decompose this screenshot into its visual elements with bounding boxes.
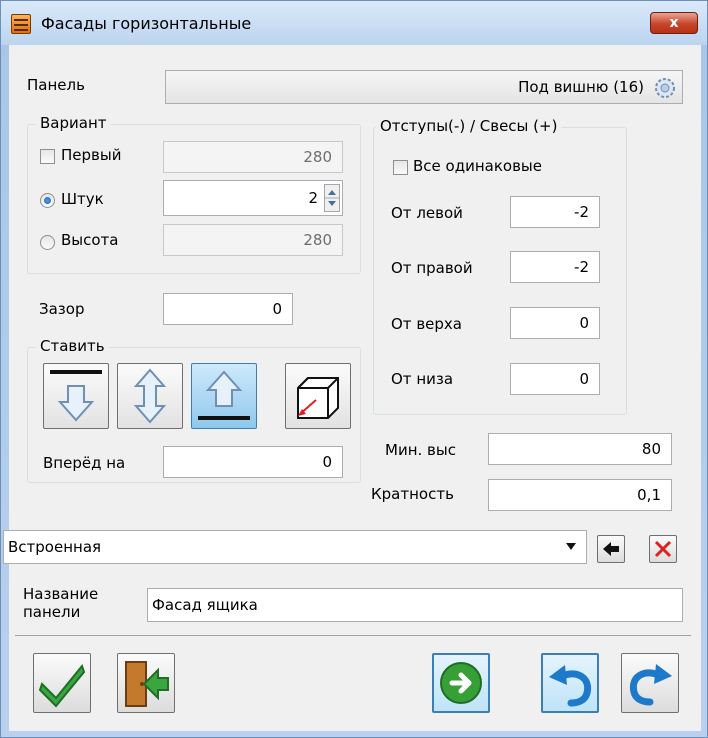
align-center-icon	[133, 368, 167, 424]
clear-button[interactable]	[649, 535, 677, 563]
offset-left-field[interactable]: -2	[510, 196, 600, 228]
forward-field[interactable]: 0	[163, 446, 343, 478]
min-height-label: Мин. выс	[385, 441, 456, 459]
count-spin[interactable]	[324, 184, 340, 212]
window-title: Фасады горизонтальные	[41, 14, 252, 33]
panel-name-field[interactable]: Фасад ящика	[147, 588, 683, 622]
place-group-title: Ставить	[36, 337, 109, 355]
title-bar[interactable]: Фасады горизонтальные x	[1, 1, 707, 45]
all-same-checkbox[interactable]	[393, 160, 408, 175]
forward-label: Вперёд на	[43, 454, 126, 472]
panel-material-selector[interactable]: Под вишню (16)	[165, 70, 683, 104]
offset-right-label: От правой	[391, 259, 473, 277]
panel-name-label-line2: панели	[23, 603, 81, 621]
offset-forward-icon	[297, 377, 339, 419]
offset-left-label: От левой	[391, 204, 463, 222]
close-button[interactable]: x	[650, 12, 698, 34]
redo-icon	[629, 664, 672, 706]
multiplicity-label: Кратность	[371, 485, 454, 503]
panel-name-label: Название панели	[23, 585, 98, 621]
exit-door-icon	[125, 661, 169, 707]
panel-material-value: Под вишню (16)	[518, 78, 644, 96]
arrow-left-icon	[603, 542, 619, 556]
apply-arrow-button[interactable]	[597, 535, 625, 563]
gap-label: Зазор	[39, 300, 85, 318]
align-top-icon	[50, 370, 102, 422]
offset-bottom-field[interactable]: 0	[510, 363, 600, 395]
chevron-down-icon[interactable]	[566, 543, 576, 551]
app-icon	[11, 14, 31, 34]
gear-icon[interactable]	[654, 77, 676, 99]
first-label: Первый	[61, 146, 122, 164]
count-stepper[interactable]: 2	[163, 180, 343, 216]
builtin-select[interactable]: Встроенная	[3, 530, 587, 564]
first-value-field[interactable]: 280	[163, 141, 343, 173]
arrow-right-circle-icon	[440, 662, 482, 704]
close-icon	[654, 540, 672, 558]
next-button[interactable]	[432, 653, 490, 713]
offset-forward-button[interactable]	[285, 363, 351, 429]
offsets-group-title: Отступы(-) / Свесы (+)	[376, 117, 562, 135]
builtin-select-value: Встроенная	[8, 538, 102, 556]
first-checkbox[interactable]	[40, 149, 55, 164]
count-label: Штук	[61, 190, 104, 208]
offset-bottom-label: От низа	[391, 370, 454, 388]
undo-icon	[549, 665, 592, 707]
redo-button[interactable]	[621, 653, 679, 713]
height-label: Высота	[61, 231, 119, 249]
ok-button[interactable]	[33, 653, 91, 713]
align-bottom-button[interactable]	[191, 363, 257, 429]
count-radio[interactable]	[40, 193, 55, 208]
multiplicity-field[interactable]: 0,1	[488, 479, 672, 511]
all-same-label: Все одинаковые	[413, 157, 542, 175]
panel-name-label-line1: Название	[23, 585, 99, 603]
height-radio[interactable]	[40, 235, 55, 250]
undo-button[interactable]	[541, 653, 599, 713]
offset-top-field[interactable]: 0	[510, 307, 600, 339]
align-center-button[interactable]	[117, 363, 183, 429]
panel-label: Панель	[27, 76, 85, 94]
count-value: 2	[308, 189, 318, 207]
checkmark-icon	[38, 663, 86, 708]
height-value-field[interactable]: 280	[163, 224, 343, 256]
offset-right-field[interactable]: -2	[510, 251, 600, 283]
gap-field[interactable]: 0	[163, 293, 293, 325]
align-bottom-icon	[198, 370, 250, 420]
bottom-separator	[15, 635, 691, 636]
dialog-body: Панель Под вишню (16) Вариант Первый 280…	[3, 45, 701, 731]
offset-top-label: От верха	[391, 315, 462, 333]
spin-arrows-icon[interactable]	[325, 185, 339, 211]
dialog-window: Фасады горизонтальные x Панель Под вишню…	[0, 0, 708, 738]
align-top-button[interactable]	[43, 363, 109, 429]
exit-button[interactable]	[117, 653, 175, 713]
variant-group-title: Вариант	[36, 114, 111, 132]
min-height-field[interactable]: 80	[488, 433, 672, 465]
